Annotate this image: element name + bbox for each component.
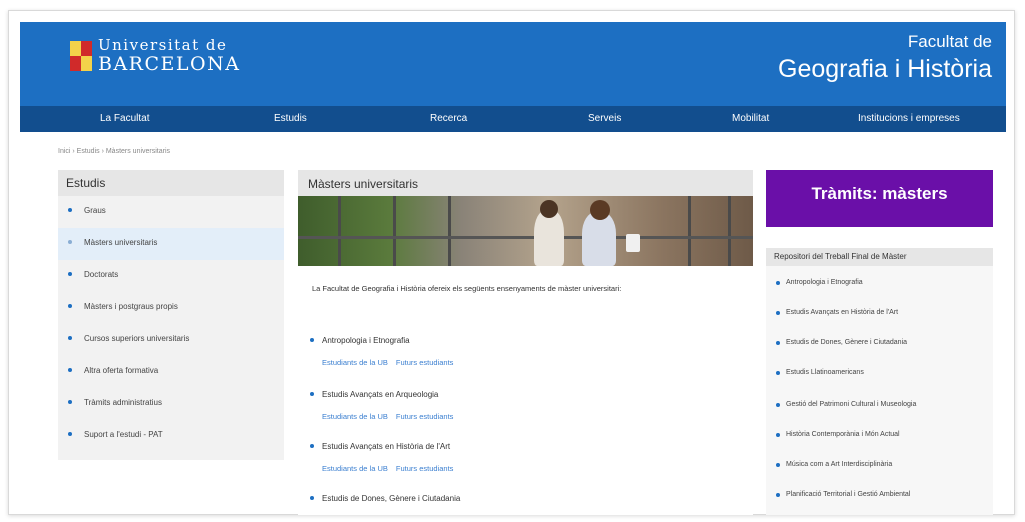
repository-item[interactable]: Gestió del Patrimoni Cultural i Museolog… [766,401,916,408]
page-title: Màsters universitaris [298,170,753,196]
bullet-icon [776,311,780,315]
bullet-icon [68,368,72,372]
repository-item-label: Antropologia i Etnografia [786,279,863,286]
repository-item-label: Història Contemporània i Món Actual [786,431,900,438]
faculty-title-line-1: Facultat de [907,32,992,51]
nav-item-institucions[interactable]: Institucions i empreses [858,113,960,124]
bullet-icon [68,272,72,276]
repository-item-label: Música com a Art Interdisciplinària [786,461,893,468]
bullet-icon [776,433,780,437]
repository-item[interactable]: Planificació Territorial i Gestió Ambien… [766,491,910,498]
nav-item-la-facultat[interactable]: La Facultat [100,113,149,124]
main-content: Màsters universitaris La Facultat de Geo… [298,170,753,515]
bullet-icon [776,493,780,497]
sidebar-item-masters-universitaris[interactable]: Màsters universitaris [58,228,284,260]
bullet-icon [310,338,314,342]
sidebar-item-label: Graus [84,206,106,215]
nav-item-mobilitat[interactable]: Mobilitat [732,113,769,124]
link-estudiants-ub[interactable]: Estudiants de la UB [322,412,388,421]
repository-item-label: Gestió del Patrimoni Cultural i Museolog… [786,401,917,408]
link-futurs-estudiants[interactable]: Futurs estudiants [396,464,454,473]
bullet-icon [68,240,72,244]
bullet-icon [68,432,72,436]
breadcrumb[interactable]: Inici › Estudis › Màsters universitaris [58,148,170,155]
nav-item-estudis[interactable]: Estudis [274,113,307,124]
repository-item[interactable]: Estudis Llatinoamericans [766,369,864,376]
sidebar-item-graus[interactable]: Graus [58,196,284,228]
repository-item-label: Estudis Avançats en Història de l'Art [786,309,899,316]
banner-photo [298,196,753,266]
repository-item-label: Estudis Llatinoamericans [786,369,864,376]
repository-item[interactable]: Estudis Avançats en Història de l'Art [766,309,898,316]
repository-panel: Repositori del Treball Final de Màster A… [766,248,993,515]
bullet-icon [776,403,780,407]
bullet-icon [310,392,314,396]
bullet-icon [776,463,780,467]
site-header: Universitat de BARCELONA Facultat de Geo… [20,22,1006,106]
bullet-icon [310,496,314,500]
nav-item-serveis[interactable]: Serveis [588,113,621,124]
sidebar-item-altra-oferta[interactable]: Altra oferta formativa [58,356,284,388]
program-name[interactable]: Estudis Avançats en Història de l'Art [312,442,461,451]
sidebar-item-tramits[interactable]: Tràmits administratius [58,388,284,420]
sidebar: Estudis Graus Màsters universitaris Doct… [58,170,284,460]
program-name[interactable]: Estudis Avançats en Arqueologia [312,390,461,399]
program-item: Antropologia i Etnografia Estudiants de … [310,336,461,367]
sidebar-item-label: Màsters universitaris [84,238,158,247]
sidebar-title: Estudis [58,170,284,196]
repository-item[interactable]: Antropologia i Etnografia [766,279,863,286]
program-item: Estudis Avançats en Arqueologia Estudian… [310,390,461,421]
right-column: Tràmits: màsters Repositori del Treball … [766,170,993,515]
sidebar-item-label: Suport a l'estudi - PAT [84,430,163,439]
sidebar-item-doctorats[interactable]: Doctorats [58,260,284,292]
repository-title[interactable]: Repositori del Treball Final de Màster [766,248,993,266]
intro-text: La Facultat de Geografia i Història ofer… [312,284,622,293]
logo-line-1: Universitat de [98,36,228,54]
sidebar-item-label: Màsters i postgraus propis [84,302,178,311]
link-estudiants-ub[interactable]: Estudiants de la UB [322,358,388,367]
bullet-icon [68,400,72,404]
sidebar-item-label: Tràmits administratius [84,398,162,407]
bullet-icon [68,208,72,212]
bullet-icon [776,341,780,345]
link-futurs-estudiants[interactable]: Futurs estudiants [396,412,454,421]
repository-item-label: Estudis de Dones, Gènere i Ciutadania [786,339,908,346]
program-name[interactable]: Estudis de Dones, Gènere i Ciutadania [312,494,460,503]
bullet-icon [68,304,72,308]
bullet-icon [776,281,780,285]
sidebar-item-label: Altra oferta formativa [84,366,159,375]
university-logo[interactable]: Universitat de BARCELONA [70,38,240,74]
sidebar-item-cursos-superiors[interactable]: Cursos superiors universitaris [58,324,284,356]
program-item: Estudis de Dones, Gènere i Ciutadania [310,494,460,503]
faculty-title-line-2: Geografia i Història [778,55,992,83]
bullet-icon [310,444,314,448]
bullet-icon [68,336,72,340]
bullet-icon [776,371,780,375]
shield-icon [70,41,92,71]
repository-item[interactable]: Estudis de Dones, Gènere i Ciutadania [766,339,907,346]
sidebar-item-masters-propis[interactable]: Màsters i postgraus propis [58,292,284,324]
sidebar-item-label: Cursos superiors universitaris [84,334,190,343]
repository-item[interactable]: Història Contemporània i Món Actual [766,431,900,438]
repository-item-label: Planificació Territorial i Gestió Ambien… [786,491,911,498]
nav-item-recerca[interactable]: Recerca [430,113,467,124]
main-nav: La Facultat Estudis Recerca Serveis Mobi… [20,106,1006,132]
tramits-masters-button[interactable]: Tràmits: màsters [766,170,993,227]
link-futurs-estudiants[interactable]: Futurs estudiants [396,358,454,367]
program-name[interactable]: Antropologia i Etnografia [312,336,461,345]
sidebar-item-suport-pat[interactable]: Suport a l'estudi - PAT [58,420,284,452]
sidebar-item-label: Doctorats [84,270,119,279]
link-estudiants-ub[interactable]: Estudiants de la UB [322,464,388,473]
repository-item[interactable]: Música com a Art Interdisciplinària [766,461,892,468]
program-item: Estudis Avançats en Història de l'Art Es… [310,442,461,473]
faculty-title[interactable]: Facultat de Geografia i Història [778,32,992,84]
logo-line-2: BARCELONA [98,53,241,75]
